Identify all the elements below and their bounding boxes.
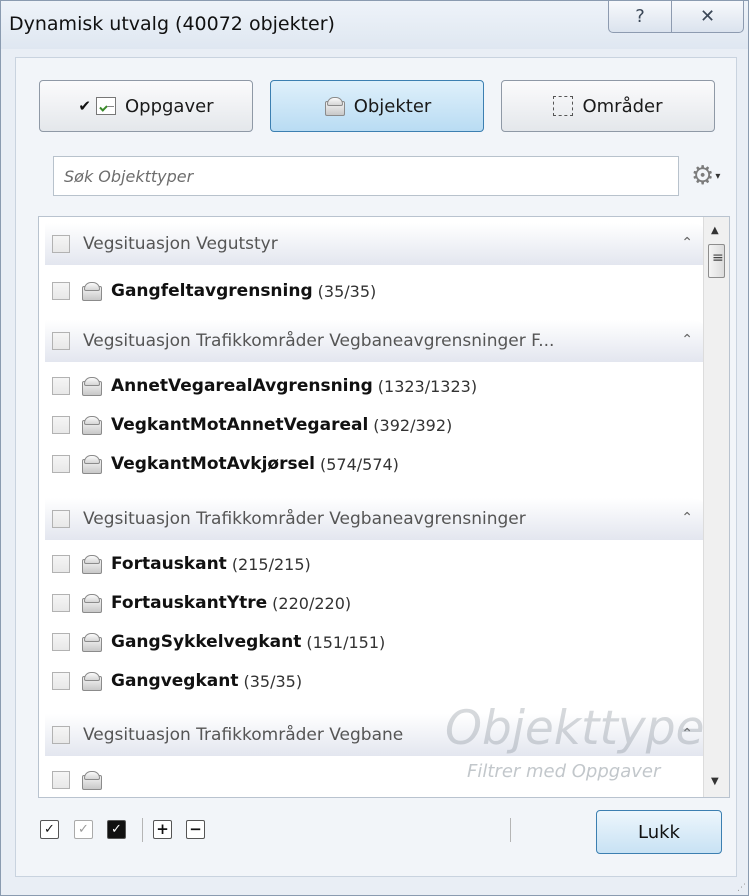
check-inverted-icon[interactable]: ✓ — [107, 820, 126, 839]
item-count: (392/392) — [373, 415, 453, 435]
expand-all-icon[interactable]: + — [153, 820, 172, 839]
group-label: Vegsituasjon Vegutstyr — [83, 234, 278, 254]
object-icon — [80, 415, 102, 435]
close-dialog-button[interactable]: Lukk — [596, 810, 722, 854]
title-bar: Dynamisk utvalg (40072 objekter) ? ✕ — [1, 1, 748, 49]
group-label: Vegsituasjon Trafikkområder Vegbane — [83, 725, 404, 745]
check-all-icon[interactable]: ✓ — [40, 820, 59, 839]
group-label: Vegsituasjon Trafikkområder Vegbaneavgre… — [83, 509, 526, 529]
window-title: Dynamisk utvalg (40072 objekter) — [9, 13, 335, 35]
collapse-all-icon[interactable]: − — [186, 820, 205, 839]
item-name: AnnetVegarealAvgrensning — [111, 376, 373, 396]
watermark-title: Objekttyper — [445, 701, 724, 756]
item-count: (220/220) — [272, 593, 352, 613]
item-count: (215/215) — [231, 554, 311, 574]
list-item[interactable]: GangSykkelvegkant (151/151) — [52, 627, 385, 657]
item-checkbox[interactable] — [52, 594, 70, 612]
item-checkbox[interactable] — [52, 555, 70, 573]
object-icon — [80, 454, 102, 474]
collapse-icon[interactable]: ⌃ — [681, 333, 693, 347]
tab-label: Oppgaver — [124, 95, 214, 117]
chevron-down-icon: ▾ — [715, 170, 721, 182]
view-tabs: ✔ Oppgaver Objekter Områder — [39, 80, 715, 132]
tab-oppgaver[interactable]: ✔ Oppgaver — [39, 80, 253, 132]
item-count: (151/151) — [306, 632, 386, 652]
list-item-partial[interactable] — [52, 765, 102, 795]
toolbar-separator — [510, 818, 511, 842]
object-icon — [323, 96, 345, 116]
item-count: (574/574) — [319, 454, 399, 474]
checkmark-icon: ✔ — [78, 97, 91, 115]
group-header[interactable]: Vegsituasjon Trafikkområder Vegbaneavgre… — [45, 320, 707, 362]
vertical-scrollbar[interactable]: ▲ ▼ — [703, 217, 729, 797]
tab-label: Områder — [582, 95, 663, 117]
collapse-icon[interactable]: ⌃ — [681, 511, 693, 525]
group-header[interactable]: Vegsituasjon Trafikkområder Vegbaneavgre… — [45, 498, 707, 540]
group-header[interactable]: Vegsituasjon Vegutstyr ⌃ — [45, 223, 707, 265]
list-item[interactable]: Fortauskant (215/215) — [52, 549, 311, 579]
scrollbar-thumb[interactable] — [708, 244, 725, 278]
object-icon — [80, 281, 102, 301]
task-icon — [95, 97, 116, 115]
item-name: Fortauskant — [111, 554, 227, 574]
item-checkbox[interactable] — [52, 771, 70, 789]
item-name: VegkantMotAvkjørsel — [111, 454, 315, 474]
item-name: VegkantMotAnnetVegareal — [111, 415, 369, 435]
list-item[interactable]: Gangfeltavgrensning (35/35) — [52, 276, 376, 306]
tab-label: Objekter — [353, 95, 432, 117]
object-icon — [80, 593, 102, 613]
item-checkbox[interactable] — [52, 416, 70, 434]
toolbar-separator — [142, 818, 143, 842]
object-icon — [80, 376, 102, 396]
dynamic-selection-dialog: Dynamisk utvalg (40072 objekter) ? ✕ ✔ O… — [0, 0, 749, 896]
item-checkbox[interactable] — [52, 455, 70, 473]
group-label: Vegsituasjon Trafikkområder Vegbaneavgre… — [83, 331, 555, 351]
item-count: (1323/1323) — [377, 376, 478, 396]
tab-omrader[interactable]: Områder — [501, 80, 715, 132]
item-name: Gangfeltavgrensning — [111, 281, 313, 301]
search-input[interactable]: Søk Objekttyper — [53, 156, 679, 196]
group-checkbox[interactable] — [52, 235, 70, 253]
item-checkbox[interactable] — [52, 282, 70, 300]
group-checkbox[interactable] — [52, 726, 70, 744]
check-partial-icon[interactable]: ✓ — [74, 820, 93, 839]
object-icon — [80, 770, 102, 790]
list-item[interactable]: Gangvegkant (35/35) — [52, 666, 302, 696]
group-checkbox[interactable] — [52, 332, 70, 350]
item-count: (35/35) — [317, 281, 377, 301]
area-icon — [553, 96, 574, 116]
object-icon — [80, 671, 102, 691]
list-item[interactable]: AnnetVegarealAvgrensning (1323/1323) — [52, 371, 477, 401]
scroll-up-icon[interactable]: ▲ — [711, 225, 719, 236]
object-icon — [80, 632, 102, 652]
item-name: FortauskantYtre — [111, 593, 268, 613]
dialog-body: ✔ Oppgaver Objekter Områder Søk Objektty… — [15, 57, 737, 877]
gear-icon: ⚙ — [691, 161, 715, 191]
tab-objekter[interactable]: Objekter — [270, 80, 484, 132]
list-item[interactable]: FortauskantYtre (220/220) — [52, 588, 351, 618]
settings-dropdown[interactable]: ⚙ ▾ — [691, 161, 727, 191]
collapse-icon[interactable]: ⌃ — [681, 236, 693, 250]
group-checkbox[interactable] — [52, 510, 70, 528]
item-checkbox[interactable] — [52, 672, 70, 690]
item-name: Gangvegkant — [111, 671, 239, 691]
watermark-subtitle: Filtrer med Oppgaver — [467, 761, 661, 782]
item-name: GangSykkelvegkant — [111, 632, 302, 652]
bottom-toolbar: ✓ ✓ ✓ + − Lukk — [16, 808, 738, 868]
object-icon — [80, 554, 102, 574]
list-item[interactable]: VegkantMotAnnetVegareal (392/392) — [52, 410, 452, 440]
item-checkbox[interactable] — [52, 377, 70, 395]
item-checkbox[interactable] — [52, 633, 70, 651]
help-button[interactable]: ? — [608, 1, 672, 33]
close-button[interactable]: ✕ — [672, 1, 744, 33]
resize-grip-icon[interactable]: ⋰ — [737, 883, 746, 893]
item-count: (35/35) — [243, 671, 303, 691]
list-item[interactable]: VegkantMotAvkjørsel (574/574) — [52, 449, 399, 479]
object-type-list: Vegsituasjon Vegutstyr ⌃ Gangfeltavgrens… — [38, 216, 730, 798]
scroll-down-icon[interactable]: ▼ — [711, 776, 719, 787]
title-buttons: ? ✕ — [608, 1, 744, 33]
